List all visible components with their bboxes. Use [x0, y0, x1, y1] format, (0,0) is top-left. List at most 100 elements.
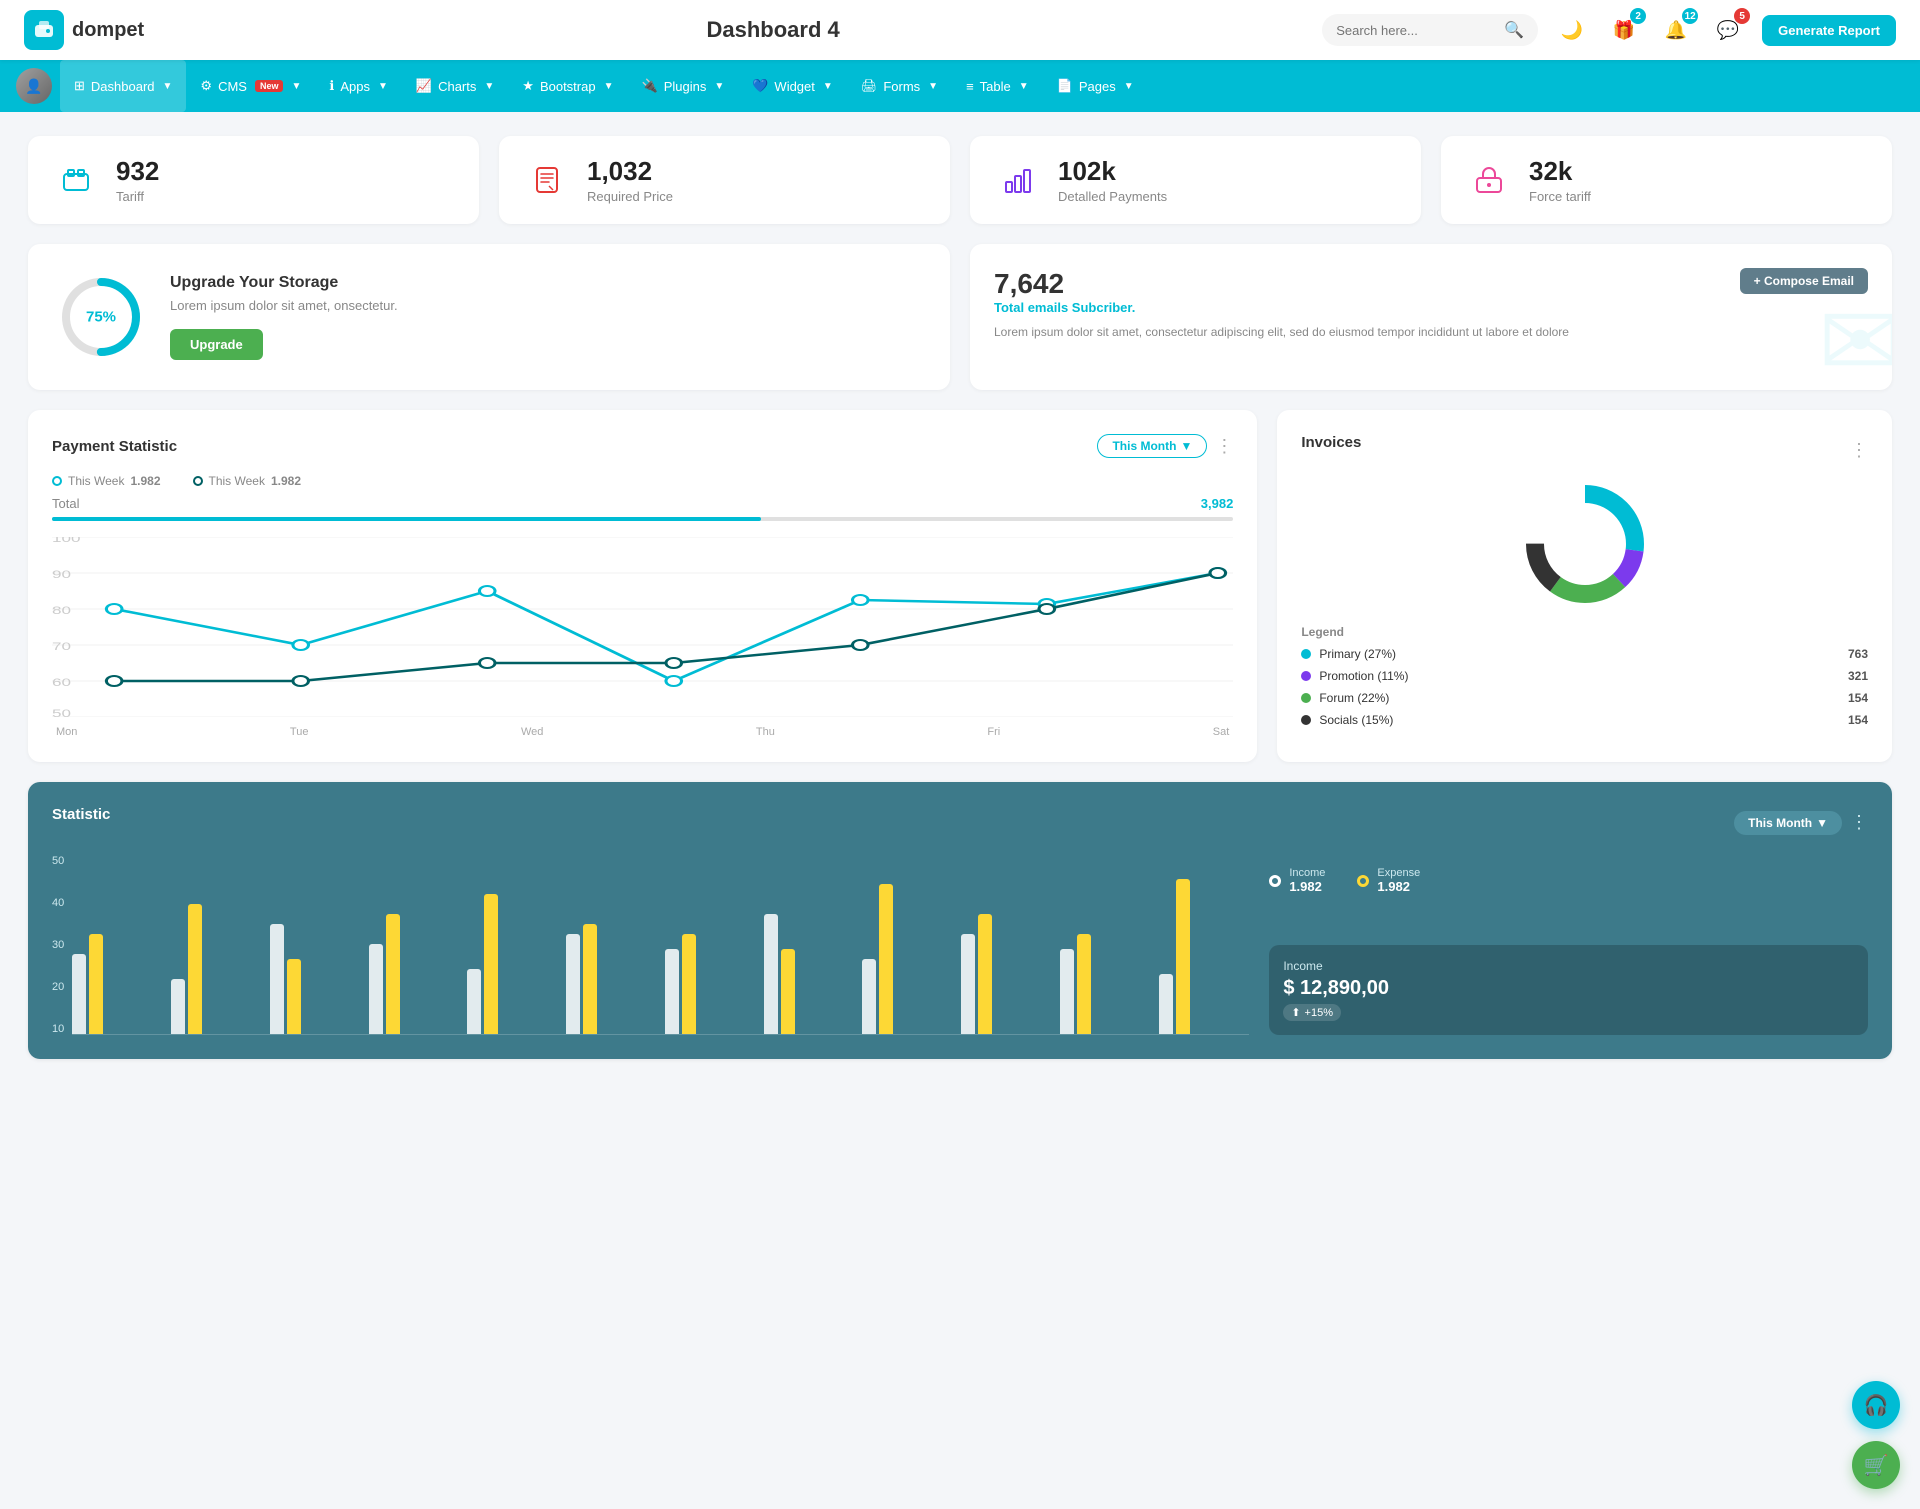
bar-yellow-6: [583, 924, 597, 1034]
total-bar-fill: [52, 517, 761, 521]
logo-icon: [24, 10, 64, 50]
bar-white-10: [961, 934, 975, 1034]
total-value: 3,982: [1201, 496, 1234, 511]
header: dompet Dashboard 4 🔍 🌙 🎁 2 🔔 12 💬 5 Gene…: [0, 0, 1920, 60]
gift-icon[interactable]: 🎁 2: [1606, 12, 1642, 48]
storage-card: 75% Upgrade Your Storage Lorem ipsum dol…: [28, 244, 950, 390]
bar-white-5: [467, 969, 481, 1034]
bar-white-4: [369, 944, 383, 1034]
bar-yellow-7: [682, 934, 696, 1034]
main-content: 932 Tariff 1,032 Required Price 102k Det…: [0, 112, 1920, 1083]
forms-icon: 🖨: [861, 78, 878, 94]
tariff-label: Tariff: [116, 189, 159, 204]
income-detail-label: Income: [1283, 959, 1854, 973]
invoices-donut-chart: [1301, 479, 1868, 609]
nav-item-dashboard[interactable]: ⊞ Dashboard ▼: [60, 60, 186, 112]
statistic-month-label: This Month: [1748, 816, 1812, 830]
upgrade-button[interactable]: Upgrade: [170, 329, 263, 360]
payment-card: Payment Statistic This Month ▼ ⋮ This We…: [28, 410, 1257, 762]
more-options-icon[interactable]: ⋮: [1215, 436, 1233, 457]
charts-icon: 📈: [416, 78, 432, 94]
invoices-title: Invoices: [1301, 434, 1361, 451]
bell-badge: 12: [1682, 8, 1698, 24]
header-right: 🔍 🌙 🎁 2 🔔 12 💬 5 Generate Report: [1322, 12, 1896, 48]
apps-icon: ℹ: [329, 78, 334, 94]
statistic-month-button[interactable]: This Month ▼: [1734, 811, 1842, 835]
bar-white-8: [764, 914, 778, 1034]
chat-icon[interactable]: 💬 5: [1710, 12, 1746, 48]
charts-section: Payment Statistic This Month ▼ ⋮ This We…: [28, 410, 1892, 762]
bar-white-7: [665, 949, 679, 1034]
plugins-icon: 🔌: [642, 78, 658, 94]
bar-yellow-9: [879, 884, 893, 1034]
bar-white-6: [566, 934, 580, 1034]
statistic-more-icon[interactable]: ⋮: [1850, 812, 1868, 833]
chat-badge: 5: [1734, 8, 1750, 24]
stat-card-detailed-payments: 102k Detalled Payments: [970, 136, 1421, 224]
logo-area: dompet: [24, 10, 224, 50]
legend-count-socials: 154: [1848, 713, 1868, 727]
total-bar: [52, 517, 1233, 521]
nav-item-pages[interactable]: 📄 Pages ▼: [1043, 60, 1148, 112]
nav-bar: 👤 ⊞ Dashboard ▼ ⚙ CMS New ▼ ℹ Apps ▼ 📈 C…: [0, 60, 1920, 112]
bar-group-12: [1159, 879, 1250, 1034]
nav-item-bootstrap[interactable]: ★ Bootstrap ▼: [508, 60, 627, 112]
statistic-card: Statistic This Month ▼ ⋮ 50 40 30 20: [28, 782, 1892, 1059]
legend-label-socials: Socials (15%): [1319, 713, 1393, 727]
payment-line-chart: 100 90 80 70 60 50: [52, 537, 1233, 717]
new-badge: New: [255, 80, 284, 92]
nav-label-pages: Pages: [1079, 79, 1116, 94]
statistic-header: Statistic This Month ▼ ⋮: [52, 806, 1868, 839]
income-dot: [1269, 875, 1281, 887]
bar-group-9: [862, 884, 953, 1034]
email-bg-icon: ✉: [1818, 283, 1892, 390]
storage-percent: 75%: [86, 309, 116, 326]
search-input[interactable]: [1336, 23, 1496, 38]
bar-group-2: [171, 904, 262, 1034]
day-wed: Wed: [521, 726, 543, 738]
table-icon: ≡: [966, 79, 974, 94]
chevron-down-icon-6: ▼: [714, 81, 724, 92]
fab-cart[interactable]: 🛒: [1852, 1441, 1900, 1489]
stat-card-tariff: 932 Tariff: [28, 136, 479, 224]
nav-item-plugins[interactable]: 🔌 Plugins ▼: [628, 60, 739, 112]
total-label: Total: [52, 496, 79, 511]
expense-item: Expense 1.982: [1357, 867, 1420, 894]
legend-this-week-1: This Week 1.982: [52, 474, 161, 488]
nav-label-table: Table: [980, 79, 1011, 94]
nav-item-widget[interactable]: 💙 Widget ▼: [738, 60, 847, 112]
bar-group-6: [566, 924, 657, 1034]
nav-item-table[interactable]: ≡ Table ▼: [952, 60, 1043, 112]
bell-icon[interactable]: 🔔 12: [1658, 12, 1694, 48]
email-count: 7,642: [994, 268, 1569, 300]
legend-color-forum: [1301, 693, 1311, 703]
legend-this-week-2: This Week 1.982: [193, 474, 302, 488]
bar-yellow-5: [484, 894, 498, 1034]
legend-count-forum: 154: [1848, 691, 1868, 705]
nav-item-forms[interactable]: 🖨 Forms ▼: [847, 60, 952, 112]
nav-label-charts: Charts: [438, 79, 476, 94]
day-thu: Thu: [756, 726, 775, 738]
svg-text:90: 90: [52, 569, 71, 581]
nav-item-charts[interactable]: 📈 Charts ▼: [402, 60, 508, 112]
total-row: Total 3,982: [52, 496, 1233, 511]
payment-header: Payment Statistic This Month ▼ ⋮: [52, 434, 1233, 458]
y-label-30: 30: [52, 939, 64, 951]
legend-item-promotion: Promotion (11%) 321: [1301, 669, 1868, 683]
chevron-down-icon-5: ▼: [604, 81, 614, 92]
income-label: Income: [1289, 867, 1325, 879]
search-bar[interactable]: 🔍: [1322, 14, 1538, 46]
this-month-button[interactable]: This Month ▼: [1097, 434, 1207, 458]
logo-text: dompet: [72, 19, 144, 42]
income-item: Income 1.982: [1269, 867, 1325, 894]
nav-item-cms[interactable]: ⚙ CMS New ▼: [186, 60, 315, 112]
fab-headset[interactable]: 🎧: [1852, 1381, 1900, 1429]
nav-item-apps[interactable]: ℹ Apps ▼: [315, 60, 402, 112]
legend-item-primary: Primary (27%) 763: [1301, 647, 1868, 661]
legend-label-forum: Forum (22%): [1319, 691, 1389, 705]
y-label-40: 40: [52, 897, 64, 909]
generate-report-button[interactable]: Generate Report: [1762, 15, 1896, 46]
invoices-more-icon[interactable]: ⋮: [1850, 440, 1868, 461]
svg-text:50: 50: [52, 708, 71, 717]
moon-icon[interactable]: 🌙: [1554, 12, 1590, 48]
